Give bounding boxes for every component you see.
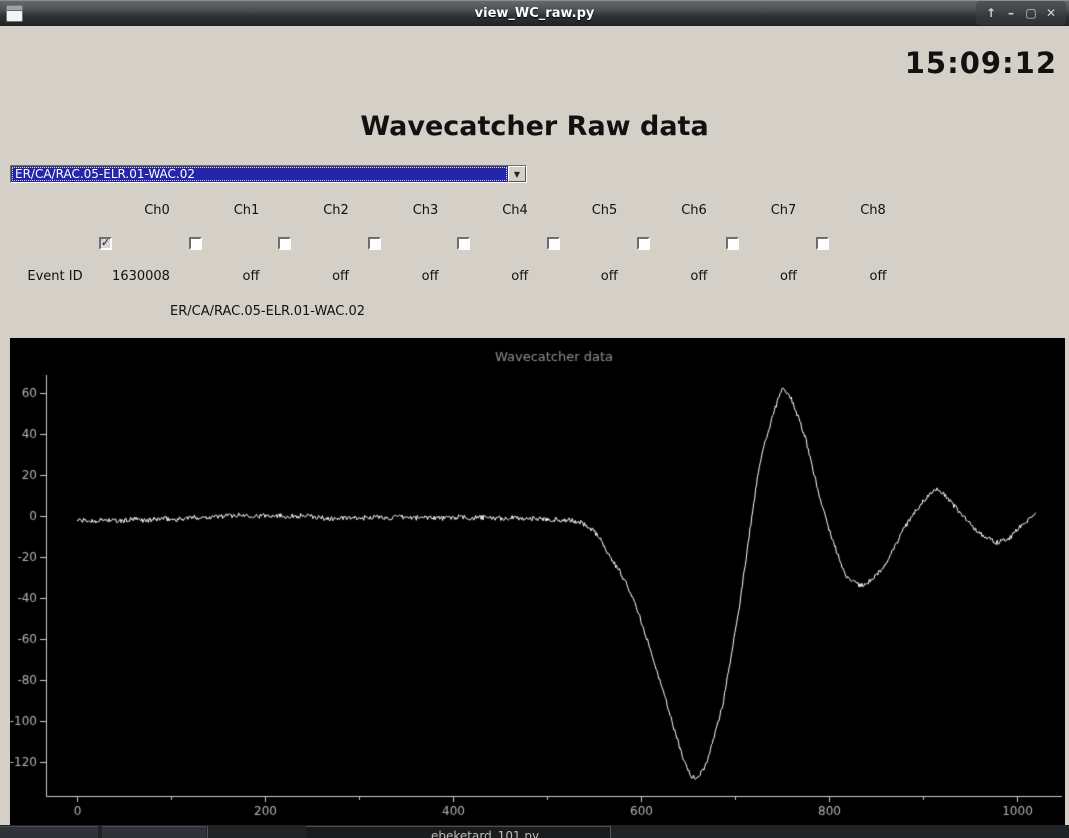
taskbar-button[interactable]	[0, 826, 98, 838]
channel-ch3-label: Ch3	[413, 203, 439, 218]
channel-ch4-value: off	[511, 269, 528, 284]
channel-ch0-checkbox[interactable]: ✓	[99, 237, 112, 250]
channel-ch1-label: Ch1	[234, 203, 260, 218]
channel-ch3-checkbox[interactable]	[368, 237, 381, 250]
taskbar-button-label: ebeketard_101.py	[431, 829, 539, 838]
channel-ch8-label: Ch8	[860, 203, 886, 218]
device-combobox[interactable]: ER/CA/RAC.05-ELR.01-WAC.02 ▼	[10, 165, 527, 183]
channel-ch6-label: Ch6	[681, 203, 707, 218]
channel-ch4-label: Ch4	[502, 203, 528, 218]
waveform-canvas	[10, 338, 1065, 826]
channel-ch0-label: Ch0	[144, 203, 170, 218]
channel-ch1-checkbox[interactable]	[189, 237, 202, 250]
shade-icon[interactable]: ↑	[983, 6, 999, 20]
waveform-plot	[10, 338, 1065, 826]
channel-ch2-value: off	[332, 269, 349, 284]
checkmark-icon: ✓	[101, 236, 110, 249]
channel-ch6-value: off	[690, 269, 707, 284]
channel-ch2-label: Ch2	[323, 203, 349, 218]
application-window: view_WC_raw.py ↑ – ▢ ✕ 15:09:12 Wavecatc…	[0, 0, 1069, 838]
clock: 15:09:12	[905, 46, 1057, 80]
channel-ch7-value: off	[780, 269, 797, 284]
titlebar: view_WC_raw.py ↑ – ▢ ✕	[0, 0, 1069, 26]
channel-ch1-value: off	[243, 269, 260, 284]
taskbar-button[interactable]	[102, 826, 206, 838]
window-title: view_WC_raw.py	[0, 6, 1069, 21]
channel-ch8-checkbox[interactable]	[816, 237, 829, 250]
window-icon	[6, 5, 23, 22]
channel-ch6-checkbox[interactable]	[637, 237, 650, 250]
close-icon[interactable]: ✕	[1043, 6, 1059, 20]
channel-ch7-checkbox[interactable]	[726, 237, 739, 250]
chevron-down-icon[interactable]: ▼	[508, 166, 526, 182]
page-title: Wavecatcher Raw data	[0, 111, 1069, 142]
channel-ch5-checkbox[interactable]	[547, 237, 560, 250]
event-id-label: Event ID	[27, 269, 82, 284]
maximize-icon[interactable]: ▢	[1023, 6, 1039, 20]
device-combobox-value[interactable]: ER/CA/RAC.05-ELR.01-WAC.02	[11, 166, 508, 182]
window-controls: ↑ – ▢ ✕	[976, 1, 1066, 25]
channel-ch4-checkbox[interactable]	[457, 237, 470, 250]
minimize-icon[interactable]: –	[1003, 6, 1019, 20]
taskbar-button[interactable]: ebeketard_101.py	[306, 826, 610, 838]
channel-ch0-value: 1630008	[112, 269, 170, 284]
channel-ch7-label: Ch7	[771, 203, 797, 218]
channel-ch5-value: off	[601, 269, 618, 284]
taskbar: ebeketard_101.py	[0, 825, 1069, 838]
device-caption: ER/CA/RAC.05-ELR.01-WAC.02	[170, 304, 365, 319]
taskbar-separator	[207, 826, 208, 838]
channel-ch3-value: off	[422, 269, 439, 284]
channel-ch5-label: Ch5	[592, 203, 618, 218]
channel-ch8-value: off	[870, 269, 887, 284]
channel-ch2-checkbox[interactable]	[278, 237, 291, 250]
taskbar-separator	[610, 826, 611, 838]
